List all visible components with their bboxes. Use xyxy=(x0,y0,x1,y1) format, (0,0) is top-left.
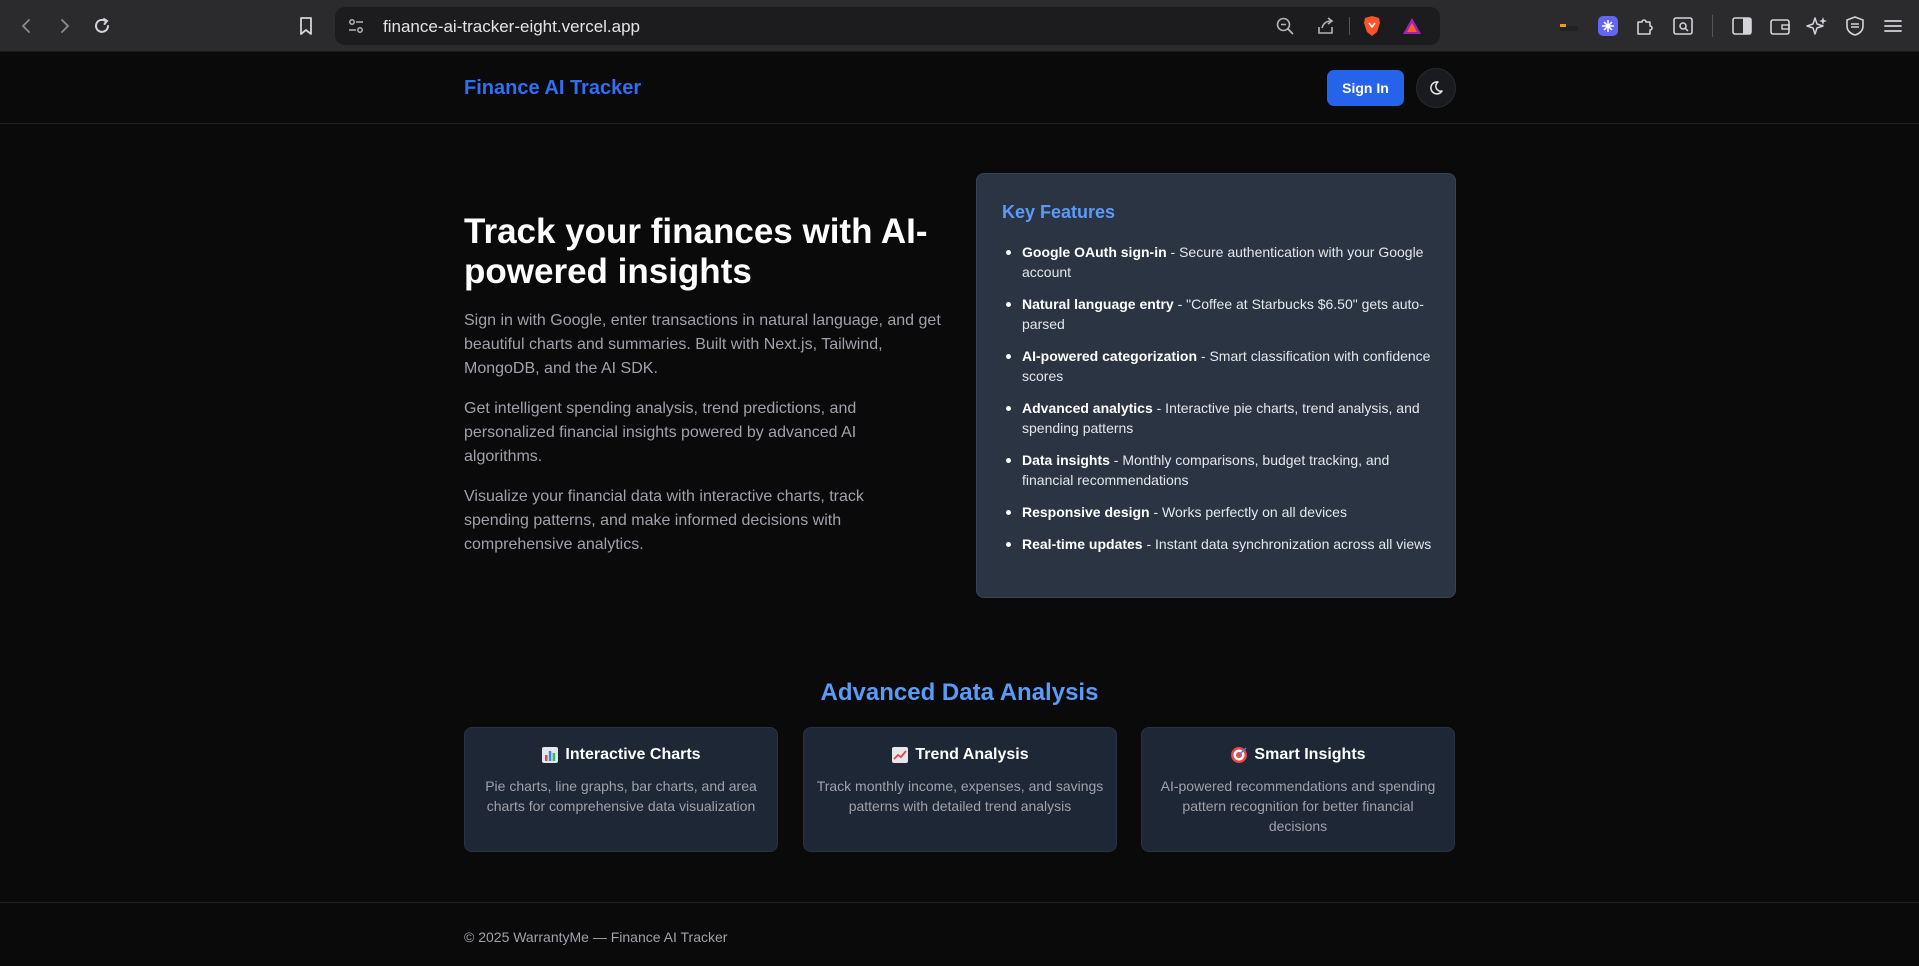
smart-insights-card: Smart Insights AI-powered recommendation… xyxy=(1141,727,1455,852)
reload-icon xyxy=(95,18,109,33)
share-icon[interactable] xyxy=(1315,15,1337,37)
section-title: Advanced Data Analysis xyxy=(820,679,1099,706)
moon-icon xyxy=(1430,81,1443,95)
list-item: Data insights - Monthly comparisons, bud… xyxy=(1002,450,1442,490)
hero-paragraph: Visualize your financial data with inter… xyxy=(464,488,864,553)
browser-toolbar: finance-ai-tracker-eight.vercel.app xyxy=(0,0,1919,52)
hero-paragraph: Get intelligent spending analysis, trend… xyxy=(464,400,857,465)
features-list: Google OAuth sign-in - Secure authentica… xyxy=(1002,242,1442,566)
extensions-puzzle-icon[interactable] xyxy=(1632,13,1658,39)
hero-title: Track your finances with AI-powered insi… xyxy=(464,212,928,291)
list-item: Real-time updates - Instant data synchro… xyxy=(1002,534,1442,554)
bookmark-button[interactable] xyxy=(293,13,319,39)
bookmark-icon xyxy=(300,17,312,35)
menu-icon[interactable] xyxy=(1880,13,1906,39)
brave-shields-icon[interactable] xyxy=(1361,15,1383,37)
feature-name: AI-powered categorization xyxy=(1022,348,1198,364)
list-item: Advanced analytics - Interactive pie cha… xyxy=(1002,398,1442,438)
sidebar-icon[interactable] xyxy=(1729,13,1755,39)
feature-name: Real-time updates xyxy=(1022,536,1143,552)
site-footer: © 2025 WarrantyMe — Finance AI Tracker xyxy=(0,902,1919,966)
feature-name: Data insights xyxy=(1022,452,1110,468)
back-button[interactable] xyxy=(14,13,40,39)
site-settings-icon[interactable] xyxy=(345,15,367,37)
feature-desc: - Instant data synchronization across al… xyxy=(1142,536,1432,552)
forward-button[interactable] xyxy=(51,13,77,39)
site-header: Finance AI Tracker Sign In xyxy=(0,52,1919,124)
card-title: Smart Insights xyxy=(1254,746,1366,763)
brave-rewards-icon[interactable] xyxy=(1401,15,1423,37)
card-title: Interactive Charts xyxy=(565,746,701,763)
sign-in-button[interactable]: Sign In xyxy=(1327,70,1404,106)
card-description: Pie charts, line graphs, bar charts, and… xyxy=(485,778,757,814)
interactive-charts-card: Interactive Charts Pie charts, line grap… xyxy=(464,727,778,852)
brand-logo[interactable]: Finance AI Tracker xyxy=(464,77,641,100)
bar-chart-icon xyxy=(542,747,559,763)
reader-mode-icon[interactable] xyxy=(1670,13,1696,39)
extension-icon[interactable] xyxy=(1556,13,1582,39)
feature-name: Natural language entry xyxy=(1022,296,1174,312)
feature-name: Advanced analytics xyxy=(1022,400,1153,416)
trending-up-icon xyxy=(892,747,909,763)
reload-button[interactable] xyxy=(89,13,115,39)
vpn-shield-icon[interactable] xyxy=(1842,13,1868,39)
list-item: AI-powered categorization - Smart classi… xyxy=(1002,346,1442,386)
features-title: Key Features xyxy=(1002,202,1116,222)
url-text[interactable]: finance-ai-tracker-eight.vercel.app xyxy=(383,17,640,37)
back-icon xyxy=(21,19,30,33)
zoom-icon[interactable] xyxy=(1274,15,1296,37)
theme-toggle-button[interactable] xyxy=(1416,68,1456,108)
leo-ai-icon[interactable] xyxy=(1804,13,1830,39)
card-description: AI-powered recommendations and spending … xyxy=(1160,778,1436,834)
card-description: Track monthly income, expenses, and savi… xyxy=(816,778,1104,814)
extension-icon[interactable] xyxy=(1595,13,1621,39)
list-item: Natural language entry - "Coffee at Star… xyxy=(1002,294,1442,334)
wallet-icon[interactable] xyxy=(1767,13,1793,39)
address-bar[interactable]: finance-ai-tracker-eight.vercel.app xyxy=(335,7,1440,45)
target-icon xyxy=(1231,747,1248,763)
feature-name: Responsive design xyxy=(1022,504,1150,520)
copyright-text: © 2025 WarrantyMe — Finance AI Tracker xyxy=(464,929,728,945)
feature-name: Google OAuth sign-in xyxy=(1022,244,1167,260)
hero-paragraph: Sign in with Google, enter transactions … xyxy=(464,312,941,377)
card-title: Trend Analysis xyxy=(915,746,1029,763)
list-item: Google OAuth sign-in - Secure authentica… xyxy=(1002,242,1442,282)
trend-analysis-card: Trend Analysis Track monthly income, exp… xyxy=(803,727,1117,852)
forward-icon xyxy=(61,19,70,33)
feature-desc: - Works perfectly on all devices xyxy=(1149,504,1347,520)
list-item: Responsive design - Works perfectly on a… xyxy=(1002,502,1442,522)
key-features-card: Key Features Google OAuth sign-in - Secu… xyxy=(976,173,1456,598)
